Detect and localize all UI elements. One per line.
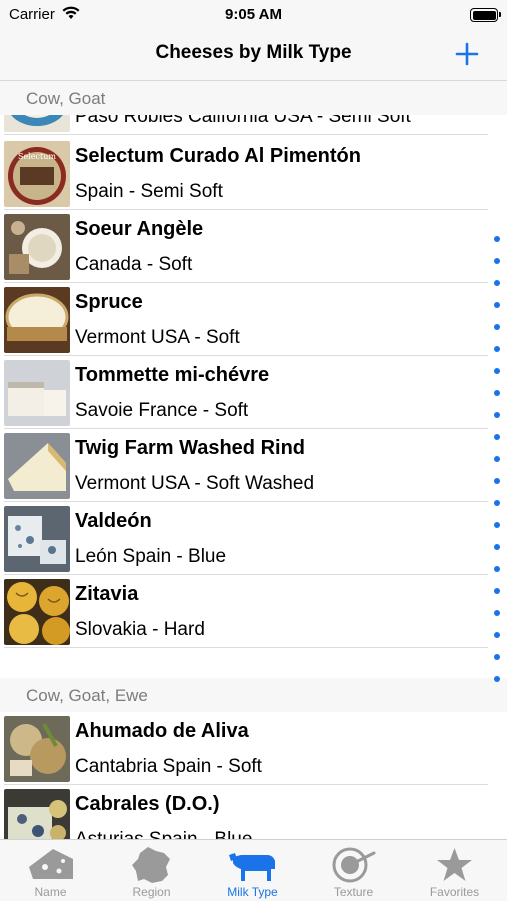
tab-label: Region — [132, 885, 171, 899]
cheese-thumbnail — [4, 716, 70, 782]
cheese-name: Ahumado de Aliva — [75, 720, 249, 742]
battery-icon — [470, 8, 501, 22]
cheese-detail: Asturias Spain - Blue — [75, 829, 252, 839]
status-bar: Carrier 9:05 AM — [0, 0, 507, 30]
list-item[interactable]: Zitavia Slovakia - Hard — [0, 575, 488, 648]
cheese-name: Valdeón — [75, 510, 152, 532]
cow-icon — [229, 853, 275, 881]
list-item[interactable]: Valdeón León Spain - Blue — [0, 502, 488, 575]
cheese-detail: Vermont USA - Soft — [75, 327, 240, 348]
cheese-name: Tommette mi-chévre — [75, 364, 270, 386]
tab-label: Name — [34, 885, 67, 899]
cheese-name: Twig Farm Washed Rind — [75, 437, 306, 459]
list-item[interactable]: Spruce Vermont USA - Soft — [0, 283, 488, 356]
cheese-detail: León Spain - Blue — [75, 546, 227, 567]
cheese-thumbnail: Selectum — [4, 141, 70, 207]
cheese-name: Zitavia — [75, 583, 139, 605]
tab-texture[interactable]: Texture — [303, 840, 404, 901]
cheese-wedge-icon — [29, 849, 73, 879]
cheese-thumbnail — [4, 214, 70, 280]
section-index[interactable] — [491, 230, 503, 690]
cheese-thumbnail — [4, 579, 70, 645]
tab-region[interactable]: Region — [101, 840, 202, 901]
cheese-detail: Slovakia - Hard — [75, 619, 205, 640]
cheese-detail: Cantabria Spain - Soft — [75, 756, 262, 777]
cheese-thumbnail — [4, 506, 70, 572]
cheese-list[interactable]: Cow, Goat Paso Robles California USA - S… — [0, 81, 507, 839]
list-item[interactable]: Cabrales (D.O.) Asturias Spain - Blue — [0, 785, 488, 839]
cheese-detail: Vermont USA - Soft Washed — [75, 473, 315, 494]
section-title: Cow, Goat, Ewe — [26, 686, 148, 705]
cheese-thumbnail — [4, 287, 70, 353]
plus-icon — [455, 42, 479, 66]
cheese-name: Selectum Curado Al Pimentón — [75, 145, 361, 167]
cheese-thumbnail — [4, 789, 70, 839]
section-header-cow-goat-ewe: Cow, Goat, Ewe — [0, 678, 507, 712]
list-item[interactable]: Soeur Angèle Canada - Soft — [0, 210, 488, 283]
cheese-name: Cabrales (D.O.) — [75, 793, 220, 815]
tab-favorites[interactable]: Favorites — [404, 840, 505, 901]
svg-text:Selectum: Selectum — [18, 152, 56, 161]
tab-label: Texture — [333, 885, 374, 899]
tab-milk-type[interactable]: Milk Type — [202, 840, 303, 901]
clock: 9:05 AM — [225, 6, 282, 23]
list-item[interactable]: Ahumado de Aliva Cantabria Spain - Soft — [0, 712, 488, 785]
tab-label: Milk Type — [227, 885, 278, 899]
tab-name[interactable]: Name — [0, 840, 101, 901]
cheese-detail: Spain - Semi Soft — [75, 181, 223, 202]
tab-label: Favorites — [429, 885, 480, 899]
france-map-icon — [132, 847, 170, 883]
cheese-name: Soeur Angèle — [75, 218, 204, 240]
list-item[interactable]: Tommette mi-chévre Savoie France - Soft — [0, 356, 488, 429]
cheese-thumbnail — [4, 433, 70, 499]
star-icon — [437, 848, 472, 881]
cheese-name: Spruce — [75, 291, 143, 313]
cheese-thumbnail — [4, 360, 70, 426]
section-title: Cow, Goat — [26, 89, 106, 108]
list-item[interactable]: Twig Farm Washed Rind Vermont USA - Soft… — [0, 429, 488, 502]
cheese-detail: Canada - Soft — [75, 254, 193, 275]
list-item[interactable]: Selectum Selectum Curado Al Pimentón Spa… — [0, 137, 488, 210]
section-header-sticky: Cow, Goat — [0, 81, 507, 115]
page-title: Cheeses by Milk Type — [155, 42, 352, 63]
texture-icon — [332, 847, 376, 883]
add-button[interactable] — [449, 36, 485, 72]
cheese-detail: Savoie France - Soft — [75, 400, 249, 421]
navigation-bar: Cheeses by Milk Type — [0, 30, 507, 81]
tab-bar: Name Region Milk Type Texture Favorites — [0, 839, 507, 901]
